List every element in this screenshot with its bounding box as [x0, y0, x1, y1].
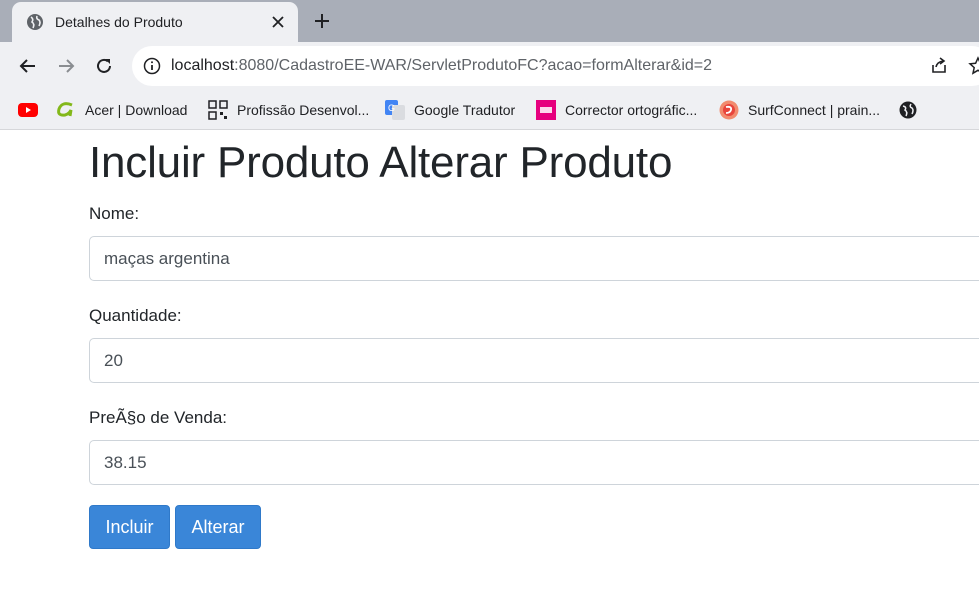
- svg-text:G: G: [388, 103, 395, 113]
- address-bar[interactable]: localhost:8080/CadastroEE-WAR/ServletPro…: [132, 46, 979, 86]
- browser-toolbar: localhost:8080/CadastroEE-WAR/ServletPro…: [0, 42, 979, 90]
- quantidade-label: Quantidade:: [89, 306, 182, 325]
- site-info-icon[interactable]: [143, 57, 161, 75]
- bookmarks-bar: Acer | Download Profissão Desenvol... G …: [0, 90, 979, 130]
- tab-active[interactable]: Detalhes do Produto: [12, 2, 298, 42]
- bookmark-profissao[interactable]: Profissão Desenvol...: [208, 99, 369, 121]
- page-title: Incluir Produto Alterar Produto: [89, 138, 673, 187]
- qr-icon: [208, 100, 228, 120]
- preco-label: PreÃ§o de Venda:: [89, 408, 228, 427]
- youtube-icon: [18, 103, 38, 117]
- globe-favicon-icon: [27, 14, 43, 30]
- acer-icon: [57, 102, 73, 117]
- tab-strip: Detalhes do Produto: [0, 0, 979, 42]
- bookmark-corrector[interactable]: Corrector ortográfic...: [536, 99, 697, 121]
- quantidade-input[interactable]: [89, 338, 979, 383]
- share-icon[interactable]: [929, 56, 949, 76]
- tab-title: Detalhes do Produto: [55, 14, 183, 30]
- close-tab-icon[interactable]: [268, 12, 288, 32]
- flip-icon: [536, 100, 556, 120]
- forward-arrow-icon[interactable]: [55, 55, 77, 77]
- bookmark-globe[interactable]: [899, 99, 917, 121]
- incluir-button[interactable]: Incluir: [89, 505, 170, 549]
- url-text[interactable]: localhost:8080/CadastroEE-WAR/ServletPro…: [171, 57, 712, 75]
- reload-icon[interactable]: [93, 55, 115, 77]
- nome-label: Nome:: [89, 204, 140, 223]
- bookmark-google-tradutor[interactable]: G Google Tradutor: [385, 99, 515, 121]
- bookmark-youtube[interactable]: [18, 99, 38, 121]
- preco-input[interactable]: [89, 440, 979, 485]
- new-tab-icon[interactable]: [311, 10, 333, 32]
- bookmark-star-icon[interactable]: [968, 56, 979, 76]
- surfconnect-icon: [719, 100, 739, 120]
- bookmark-surfconnect[interactable]: SurfConnect | prain...: [719, 99, 880, 121]
- globe-icon: [899, 101, 917, 119]
- bookmark-acer[interactable]: Acer | Download: [56, 99, 187, 121]
- translate-icon: G: [385, 100, 405, 120]
- nome-input[interactable]: [89, 236, 979, 281]
- page-content: Incluir Produto Alterar Produto Nome: Qu…: [0, 131, 979, 594]
- alterar-button[interactable]: Alterar: [175, 505, 261, 549]
- back-arrow-icon[interactable]: [17, 55, 39, 77]
